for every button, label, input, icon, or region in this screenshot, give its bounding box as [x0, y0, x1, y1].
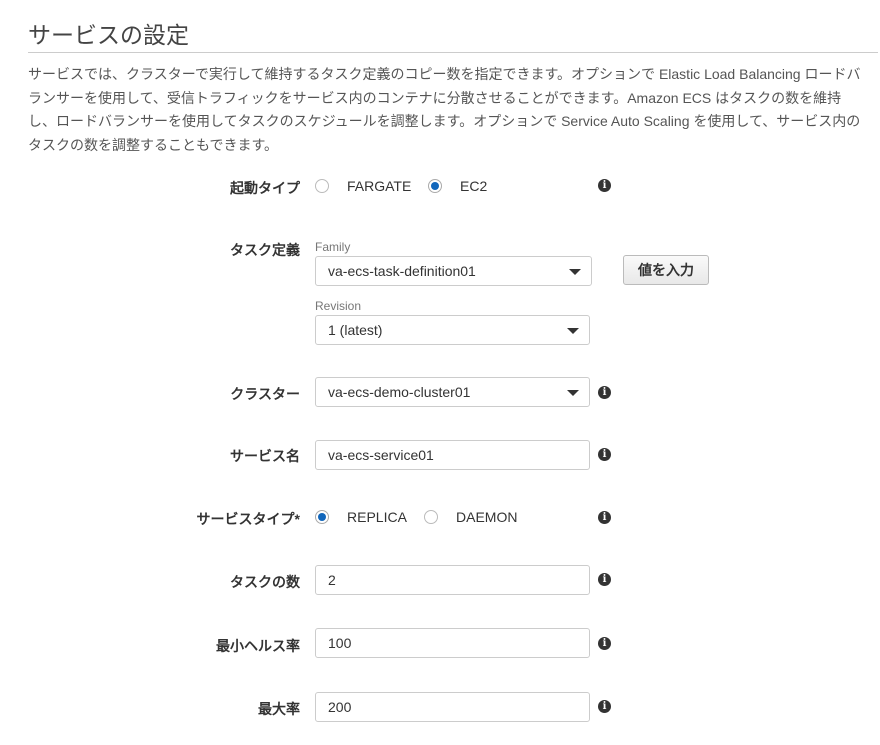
info-icon[interactable]: i: [598, 511, 611, 524]
service-name-label: サービス名: [230, 448, 300, 464]
cluster-value: va-ecs-demo-cluster01: [328, 384, 471, 400]
family-label: Family: [315, 240, 351, 254]
info-icon[interactable]: i: [598, 448, 611, 461]
page-title: サービスの設定: [28, 22, 189, 48]
task-count-label: タスクの数: [230, 574, 300, 590]
cluster-select[interactable]: va-ecs-demo-cluster01: [315, 377, 590, 407]
radio-fargate-label[interactable]: FARGATE: [347, 178, 411, 194]
revision-select[interactable]: 1 (latest): [315, 315, 590, 345]
chevron-down-icon: [569, 269, 581, 275]
radio-ec2-label[interactable]: EC2: [460, 178, 487, 194]
family-select[interactable]: va-ecs-task-definition01: [315, 256, 592, 286]
revision-value: 1 (latest): [328, 322, 383, 338]
max-percent-label: 最大率: [258, 701, 300, 717]
launch-type-label: 起動タイプ: [230, 180, 300, 196]
radio-fargate[interactable]: [315, 179, 329, 193]
section-description: サービスでは、クラスターで実行して維持するタスク定義のコピー数を指定できます。オ…: [28, 66, 861, 153]
min-healthy-input[interactable]: 100: [315, 628, 590, 658]
chevron-down-icon: [567, 390, 579, 396]
info-icon[interactable]: i: [598, 386, 611, 399]
enter-value-button[interactable]: 値を入力: [623, 255, 709, 285]
chevron-down-icon: [567, 328, 579, 334]
radio-daemon-label[interactable]: DAEMON: [456, 509, 517, 525]
min-healthy-label: 最小ヘルス率: [216, 638, 300, 654]
max-percent-input[interactable]: 200: [315, 692, 590, 722]
divider: [28, 52, 878, 53]
revision-label: Revision: [315, 299, 362, 313]
radio-daemon[interactable]: [424, 510, 438, 524]
radio-replica[interactable]: [315, 510, 329, 524]
cluster-label: クラスター: [230, 386, 300, 402]
family-value: va-ecs-task-definition01: [328, 263, 476, 279]
radio-replica-label[interactable]: REPLICA: [347, 509, 407, 525]
info-icon[interactable]: i: [598, 700, 611, 713]
task-count-input[interactable]: 2: [315, 565, 590, 595]
info-icon[interactable]: i: [598, 573, 611, 586]
task-definition-label: タスク定義: [230, 242, 300, 258]
radio-ec2[interactable]: [428, 179, 442, 193]
info-icon[interactable]: i: [598, 637, 611, 650]
service-name-input[interactable]: va-ecs-service01: [315, 440, 590, 470]
service-type-label: サービスタイプ*: [196, 511, 300, 527]
info-icon[interactable]: i: [598, 179, 611, 192]
